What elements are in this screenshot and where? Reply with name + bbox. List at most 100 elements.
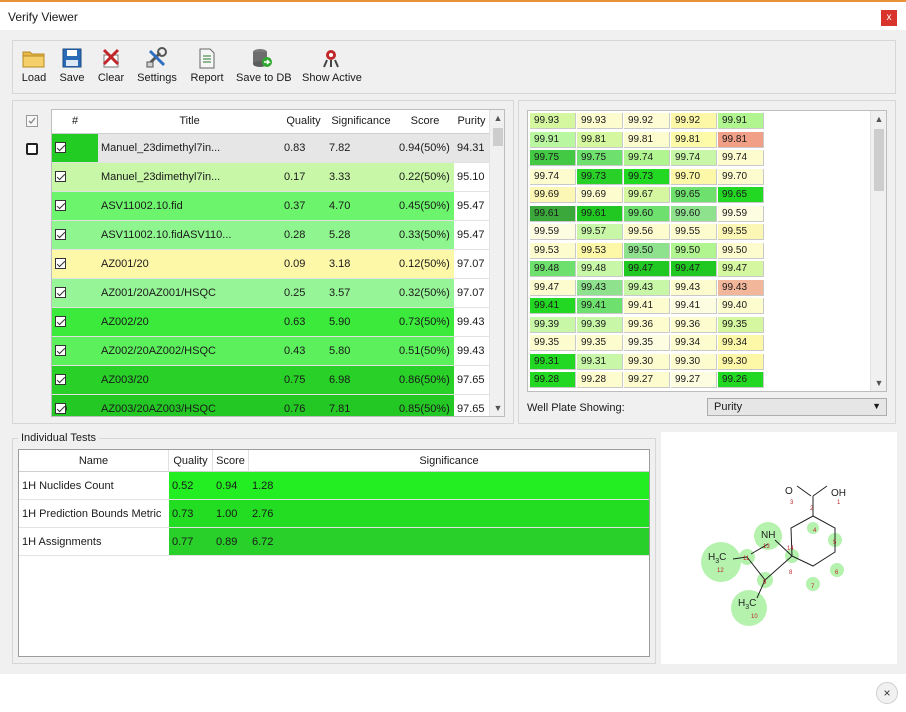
row-checkbox[interactable] [55, 287, 66, 298]
well-cell[interactable]: 99.70 [671, 168, 717, 185]
well-cell[interactable]: 99.28 [577, 372, 623, 388]
row-checkbox-cell[interactable]: 10 [52, 395, 98, 416]
well-cell[interactable]: 99.34 [671, 335, 717, 351]
wellplate-scroll-thumb[interactable] [874, 129, 884, 191]
show-active-button[interactable]: Show Active [302, 47, 362, 91]
well-cell[interactable]: 99.70 [718, 168, 764, 185]
row-checkbox[interactable] [55, 142, 66, 153]
header-score[interactable]: Score [396, 115, 454, 127]
well-cell[interactable]: 99.61 [530, 205, 576, 222]
well-cell[interactable]: 99.74 [671, 150, 717, 166]
well-cell[interactable]: 99.55 [718, 224, 764, 240]
well-cell[interactable]: 99.41 [530, 298, 576, 314]
well-plate-showing-select[interactable]: Purity ▼ [707, 398, 887, 416]
row-checkbox[interactable] [55, 229, 66, 240]
results-row[interactable]: 7AZ002/200.635.900.73(50%)99.43 [52, 308, 489, 337]
well-cell[interactable]: 99.92 [624, 113, 670, 129]
report-button[interactable]: Report [189, 47, 225, 91]
header-quality[interactable]: Quality [281, 115, 326, 127]
window-close-button[interactable]: x [881, 10, 897, 26]
well-cell[interactable]: 99.55 [671, 224, 717, 240]
well-cell[interactable]: 99.30 [671, 353, 717, 370]
well-cell[interactable]: 99.28 [530, 372, 576, 388]
well-cell[interactable]: 99.30 [624, 353, 670, 370]
well-cell[interactable]: 99.35 [530, 335, 576, 351]
row-checkbox[interactable] [55, 345, 66, 356]
results-row[interactable]: 9AZ003/200.756.980.86(50%)97.65 [52, 366, 489, 395]
well-cell[interactable]: 99.43 [671, 279, 717, 296]
well-cell[interactable]: 99.75 [530, 150, 576, 166]
save-to-db-button[interactable]: Save to DB [236, 47, 292, 91]
well-cell[interactable]: 99.47 [718, 261, 764, 277]
row-checkbox-cell[interactable]: 3 [52, 192, 98, 220]
well-cell[interactable]: 99.93 [530, 113, 576, 129]
well-cell[interactable]: 99.31 [577, 353, 623, 370]
row-checkbox-cell[interactable]: 2 [52, 163, 98, 191]
well-cell[interactable]: 99.50 [624, 242, 670, 259]
row-checkbox-cell[interactable]: 9 [52, 366, 98, 394]
well-cell[interactable]: 99.81 [624, 131, 670, 148]
results-scrollbar[interactable]: ▲ ▼ [489, 110, 504, 416]
well-cell[interactable]: 99.35 [577, 335, 623, 351]
well-cell[interactable]: 99.93 [577, 113, 623, 129]
well-cell[interactable]: 99.31 [530, 353, 576, 370]
well-cell[interactable]: 99.59 [718, 205, 764, 222]
well-scroll-up-icon[interactable]: ▲ [871, 111, 886, 127]
well-cell[interactable]: 99.35 [718, 316, 764, 333]
well-cell[interactable]: 99.26 [718, 372, 764, 388]
well-cell[interactable]: 99.30 [718, 353, 764, 370]
well-cell[interactable]: 99.40 [718, 298, 764, 314]
well-cell[interactable]: 99.34 [718, 335, 764, 351]
well-cell[interactable]: 99.60 [671, 205, 717, 222]
well-cell[interactable]: 99.73 [577, 168, 623, 185]
row-checkbox-cell[interactable]: 1 [52, 134, 98, 162]
wellplate-scrollbar[interactable]: ▲ ▼ [870, 111, 886, 391]
well-cell[interactable]: 99.36 [624, 316, 670, 333]
well-cell[interactable]: 99.81 [577, 131, 623, 148]
save-button[interactable]: Save [57, 47, 87, 91]
scroll-up-arrow-icon[interactable]: ▲ [490, 110, 504, 126]
well-cell[interactable]: 99.60 [624, 205, 670, 222]
well-cell[interactable]: 99.43 [624, 279, 670, 296]
well-cell[interactable]: 99.39 [577, 316, 623, 333]
clear-button[interactable]: Clear [96, 47, 126, 91]
well-cell[interactable]: 99.57 [577, 224, 623, 240]
well-cell[interactable]: 99.92 [671, 113, 717, 129]
well-cell[interactable]: 99.43 [577, 279, 623, 296]
it-header-score[interactable]: Score [213, 450, 249, 472]
row-checkbox-cell[interactable]: 4 [52, 221, 98, 249]
well-cell[interactable]: 99.74 [624, 150, 670, 166]
row-checkbox[interactable] [55, 258, 66, 269]
well-cell[interactable]: 99.43 [718, 279, 764, 296]
well-cell[interactable]: 99.73 [624, 168, 670, 185]
well-cell[interactable]: 99.67 [624, 187, 670, 203]
well-cell[interactable]: 99.91 [718, 113, 764, 129]
header-purity[interactable]: Purity [454, 115, 489, 127]
well-cell[interactable]: 99.61 [577, 205, 623, 222]
well-cell[interactable]: 99.41 [577, 298, 623, 314]
well-cell[interactable]: 99.41 [671, 298, 717, 314]
header-title[interactable]: Title [98, 115, 281, 127]
row-checkbox-cell[interactable]: 8 [52, 337, 98, 365]
well-cell[interactable]: 99.65 [718, 187, 764, 203]
results-row[interactable]: 8AZ002/20AZ002/HSQC0.435.800.51(50%)99.4… [52, 337, 489, 366]
well-cell[interactable]: 99.91 [530, 131, 576, 148]
results-row[interactable]: 10AZ003/20AZ003/HSQC0.767.810.85(50%)97.… [52, 395, 489, 416]
well-cell[interactable]: 99.47 [530, 279, 576, 296]
well-cell[interactable]: 99.81 [718, 131, 764, 148]
row-checkbox-cell[interactable]: 7 [52, 308, 98, 336]
row-checkbox[interactable] [55, 200, 66, 211]
results-row[interactable]: 3ASV11002.10.fid0.374.700.45(50%)95.47 [52, 192, 489, 221]
well-cell[interactable]: 99.39 [530, 316, 576, 333]
row-checkbox[interactable] [55, 171, 66, 182]
header-significance[interactable]: Significance [326, 115, 396, 127]
well-cell[interactable]: 99.48 [577, 261, 623, 277]
select-all-checkbox[interactable] [26, 115, 38, 127]
well-cell[interactable]: 99.74 [530, 168, 576, 185]
well-cell[interactable]: 99.50 [671, 242, 717, 259]
well-cell[interactable]: 99.53 [577, 242, 623, 259]
results-row[interactable]: 1Manuel_23dimethyl7in... 0.83 7.82 0.94(50%… [52, 134, 489, 163]
row-checkbox[interactable] [55, 374, 66, 385]
well-cell[interactable]: 99.41 [624, 298, 670, 314]
it-header-name[interactable]: Name [19, 450, 169, 472]
